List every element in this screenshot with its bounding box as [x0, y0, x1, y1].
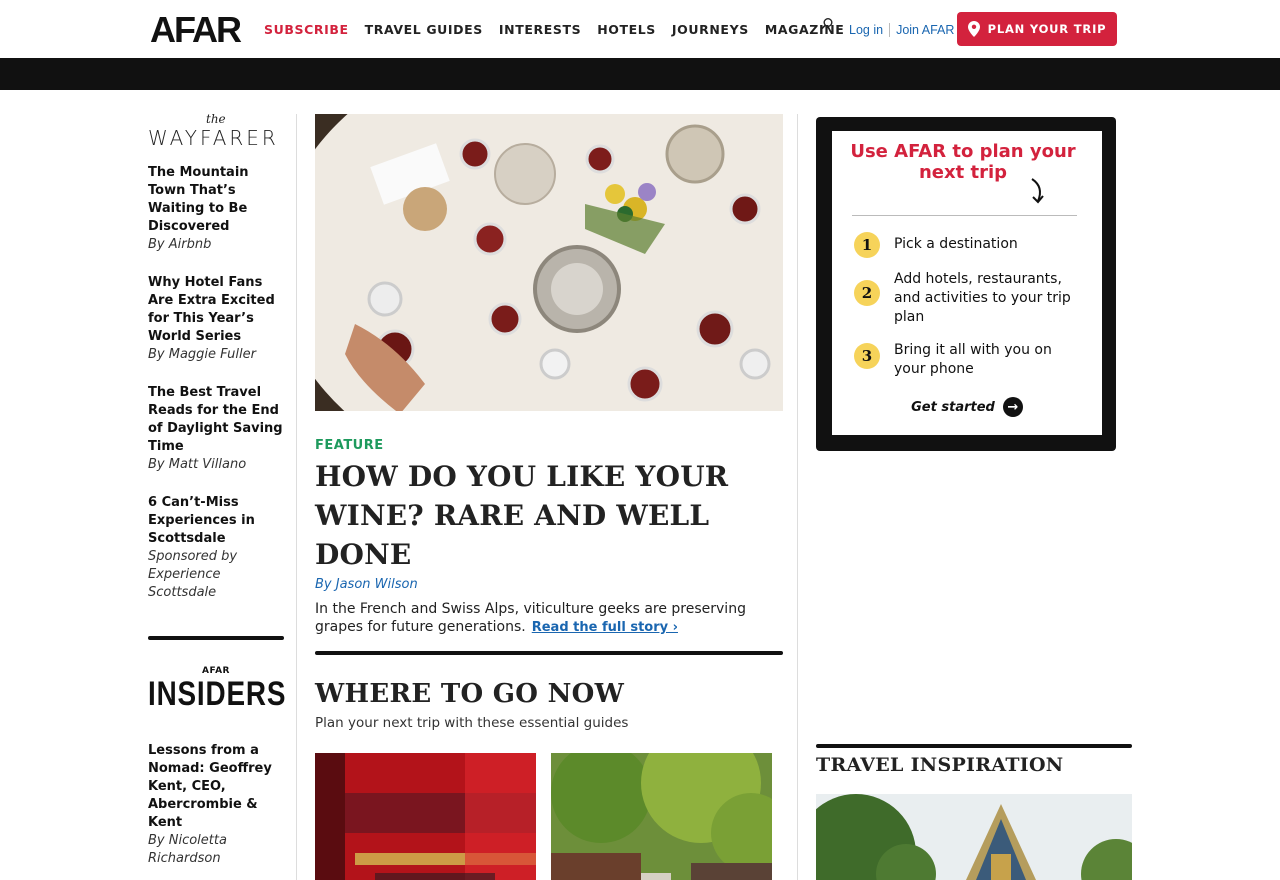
feature-image[interactable] — [315, 114, 783, 411]
step-number: 3 — [854, 343, 880, 369]
ad-title: Use AFAR to plan your next trip — [850, 141, 1076, 183]
wine-table-photo — [315, 114, 783, 411]
map-pin-icon — [967, 21, 980, 37]
plan-trip-ad[interactable]: Use AFAR to plan your next trip 1 Pick a… — [816, 117, 1116, 451]
plan-your-trip-button[interactable]: PLAN YOUR TRIP — [957, 12, 1117, 46]
story-title[interactable]: Lessons from a Nomad: Geoffrey Kent, CEO… — [148, 742, 284, 832]
list-item[interactable]: 6 Can’t-Miss Experiences in Scottsdale S… — [148, 494, 284, 602]
ad-step-3: 3 Bring it all with you on your phone — [854, 341, 1084, 379]
story-byline: By Nicoletta Richardson — [148, 833, 227, 866]
ad-card: Use AFAR to plan your next trip 1 Pick a… — [832, 131, 1102, 435]
ad-step-1: 1 Pick a destination — [854, 232, 1084, 258]
story-byline: By Airbnb — [148, 237, 212, 252]
nav-journeys[interactable]: JOURNEYS — [672, 21, 749, 39]
feature-dek: In the French and Swiss Alps, viticultur… — [315, 600, 783, 637]
section-divider — [816, 744, 1132, 748]
list-item[interactable]: The Mountain Town That’s Waiting to Be D… — [148, 164, 284, 254]
auth-divider — [889, 23, 891, 37]
main-nav: SUBSCRIBE TRAVEL GUIDES INTERESTS HOTELS… — [264, 21, 844, 39]
nav-hotels[interactable]: HOTELS — [597, 21, 656, 39]
guide-image-street[interactable] — [551, 753, 772, 880]
feature-kicker: FEATURE — [315, 438, 384, 453]
feature-dek-text: In the French and Swiss Alps, viticultur… — [315, 601, 746, 635]
column-divider — [296, 114, 297, 880]
story-byline: Sponsored by Experience Scottsdale — [148, 549, 238, 600]
story-byline: By Matt Villano — [148, 457, 247, 472]
red-bus-photo — [315, 753, 536, 880]
site-header: AFAR SUBSCRIBE TRAVEL GUIDES INTERESTS H… — [0, 0, 1280, 58]
step-text: Pick a destination — [894, 236, 1018, 252]
nav-subscribe[interactable]: SUBSCRIBE — [264, 21, 349, 39]
get-started-label: Get started — [911, 399, 995, 415]
list-item[interactable]: The Best Travel Reads for the End of Day… — [148, 384, 284, 474]
login-link[interactable]: Log in — [849, 21, 883, 39]
column-divider — [797, 114, 798, 880]
ad-step-2: 2 Add hotels, restaurants, and activitie… — [854, 270, 1084, 327]
arrow-right-icon: → — [1002, 397, 1023, 417]
where-to-go-title: WHERE TO GO NOW — [315, 679, 625, 709]
story-title[interactable]: The Mountain Town That’s Waiting to Be D… — [148, 164, 284, 236]
guide-image-row — [315, 753, 783, 880]
search-icon[interactable] — [820, 17, 834, 31]
get-started-button[interactable]: Get started → — [832, 397, 1102, 417]
black-banner — [0, 58, 1280, 90]
temple-photo — [816, 794, 1132, 880]
where-to-go-subtitle: Plan your next trip with these essential… — [315, 715, 629, 731]
curved-arrow-icon — [1031, 178, 1044, 204]
wayfarer-logo-word: WAYFARER — [148, 126, 279, 150]
list-item[interactable]: Why Hotel Fans Are Extra Excited for Thi… — [148, 274, 284, 364]
story-title[interactable]: The Best Travel Reads for the End of Day… — [148, 384, 284, 456]
left-sidebar: the WAYFARER The Mountain Town That’s Wa… — [148, 112, 287, 868]
wayfarer-logo[interactable]: the WAYFARER — [148, 112, 284, 150]
join-link[interactable]: Join AFAR — [896, 21, 954, 39]
travel-inspiration-title: TRAVEL INSPIRATION — [816, 754, 1064, 776]
feature-headline[interactable]: HOW DO YOU LIKE YOUR WINE? RARE AND WELL… — [315, 457, 783, 574]
wayfarer-logo-the: the — [206, 112, 226, 126]
ad-divider — [852, 215, 1077, 216]
wayfarer-story-list: The Mountain Town That’s Waiting to Be D… — [148, 164, 284, 602]
story-byline: By Maggie Fuller — [148, 347, 256, 362]
feature-byline[interactable]: By Jason Wilson — [315, 577, 783, 592]
nav-travel-guides[interactable]: TRAVEL GUIDES — [365, 21, 483, 39]
nav-interests[interactable]: INTERESTS — [499, 21, 581, 39]
list-item[interactable]: Lessons from a Nomad: Geoffrey Kent, CEO… — [148, 742, 284, 868]
afar-insiders-logo[interactable]: AFAR INSIDERS — [148, 666, 287, 713]
section-divider — [148, 636, 284, 640]
step-text: Bring it all with you on your phone — [894, 342, 1052, 377]
step-number: 1 — [854, 232, 880, 258]
story-title[interactable]: Why Hotel Fans Are Extra Excited for Thi… — [148, 274, 284, 346]
section-divider — [315, 651, 783, 655]
insiders-logo-word: INSIDERS — [148, 675, 287, 713]
story-title[interactable]: 6 Can’t-Miss Experiences in Scottsdale — [148, 494, 284, 548]
read-full-story-link[interactable]: Read the full story › — [532, 620, 678, 635]
main-content: FEATURE HOW DO YOU LIKE YOUR WINE? RARE … — [315, 114, 783, 880]
plan-button-label: PLAN YOUR TRIP — [987, 22, 1107, 36]
afar-logo[interactable]: AFAR — [150, 10, 242, 50]
tree-street-photo — [551, 753, 772, 880]
step-text: Add hotels, restaurants, and activities … — [894, 271, 1071, 325]
auth-links: Log in Join AFAR — [849, 21, 954, 39]
travel-inspiration-image[interactable] — [816, 794, 1132, 880]
guide-image-london[interactable] — [315, 753, 536, 880]
step-number: 2 — [854, 280, 880, 306]
